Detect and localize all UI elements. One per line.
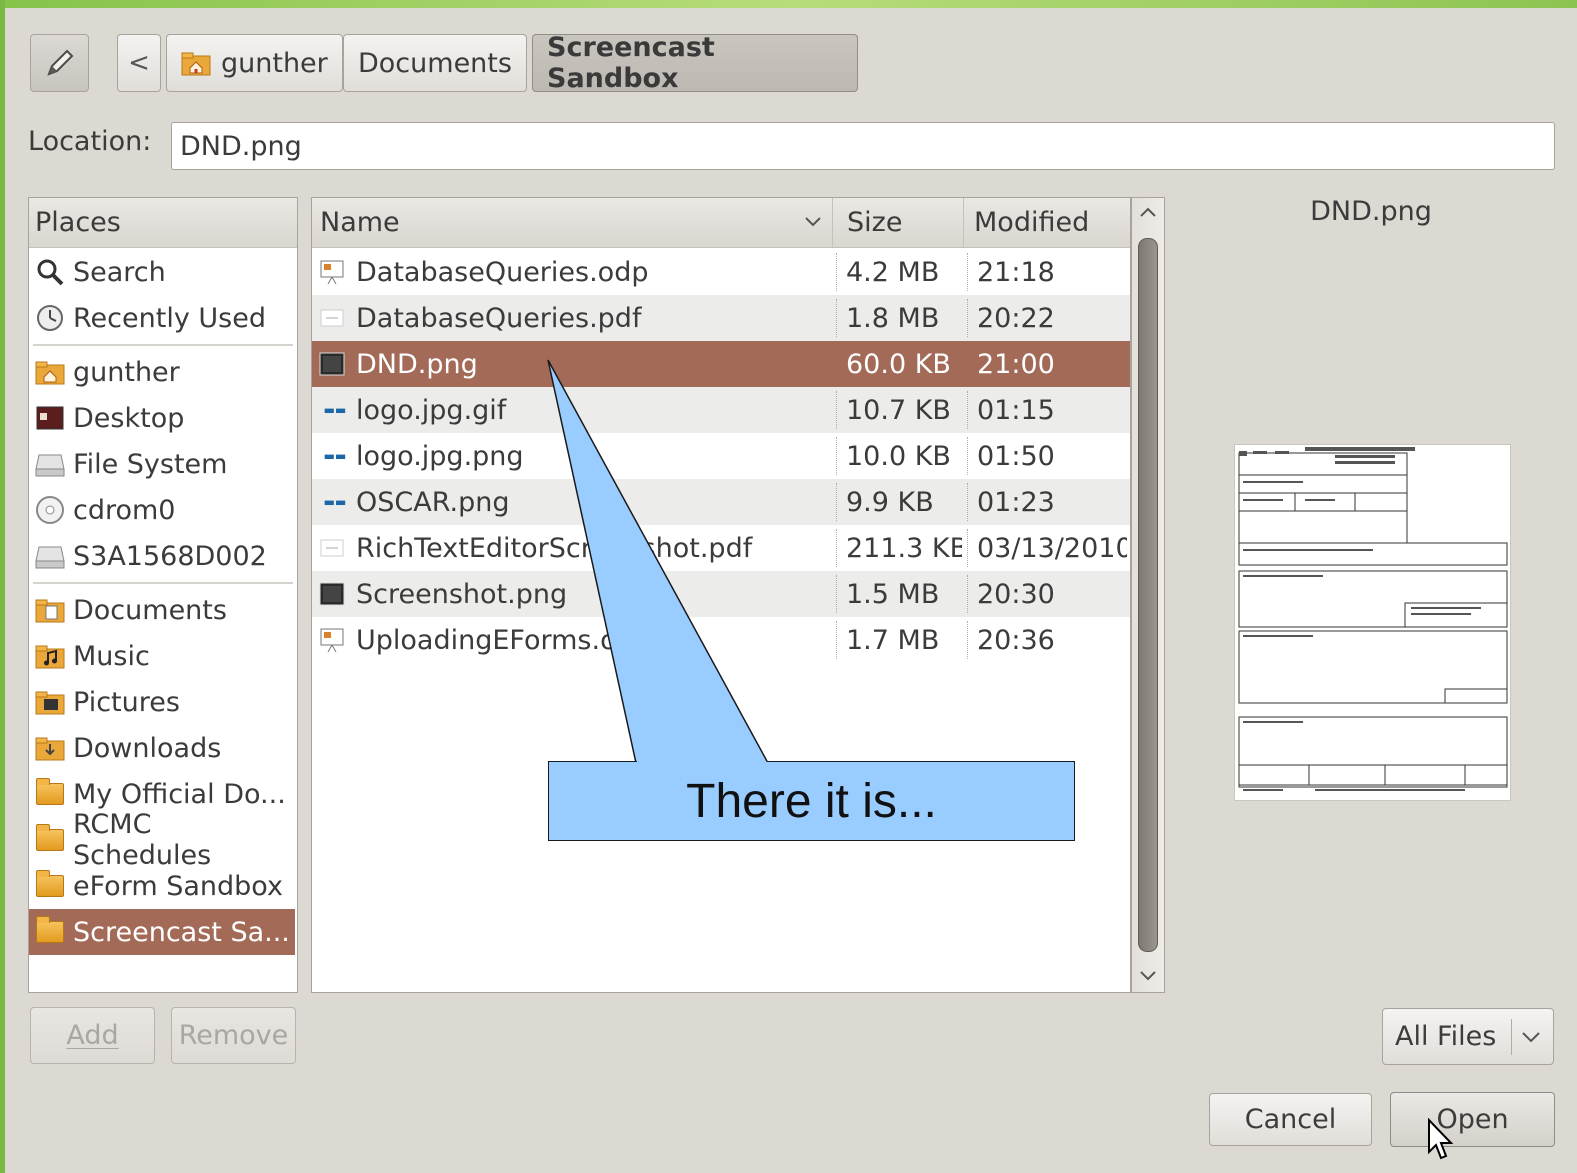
mouse-pointer-icon [1428,1118,1454,1160]
combo-separator [1511,1019,1512,1055]
file-type-filter-value: All Files [1395,1021,1497,1052]
chevron-down-icon [1522,1032,1540,1043]
callout-text: There it is... [686,774,937,828]
preview-thumbnail [1234,444,1511,801]
desktop-frame-top [0,0,1577,8]
callout-edge [768,761,1075,762]
preview-title: DND.png [1310,196,1432,227]
cancel-button[interactable]: Cancel [1209,1093,1372,1146]
file-chooser-dialog: < gunther Documents Screencast Sandbox L… [5,8,1577,1173]
callout-edge [548,761,637,762]
cancel-label: Cancel [1244,1104,1337,1135]
file-type-filter-select[interactable]: All Files [1382,1008,1554,1065]
callout-box: There it is... [548,762,1075,841]
open-button[interactable]: Open [1390,1092,1555,1147]
